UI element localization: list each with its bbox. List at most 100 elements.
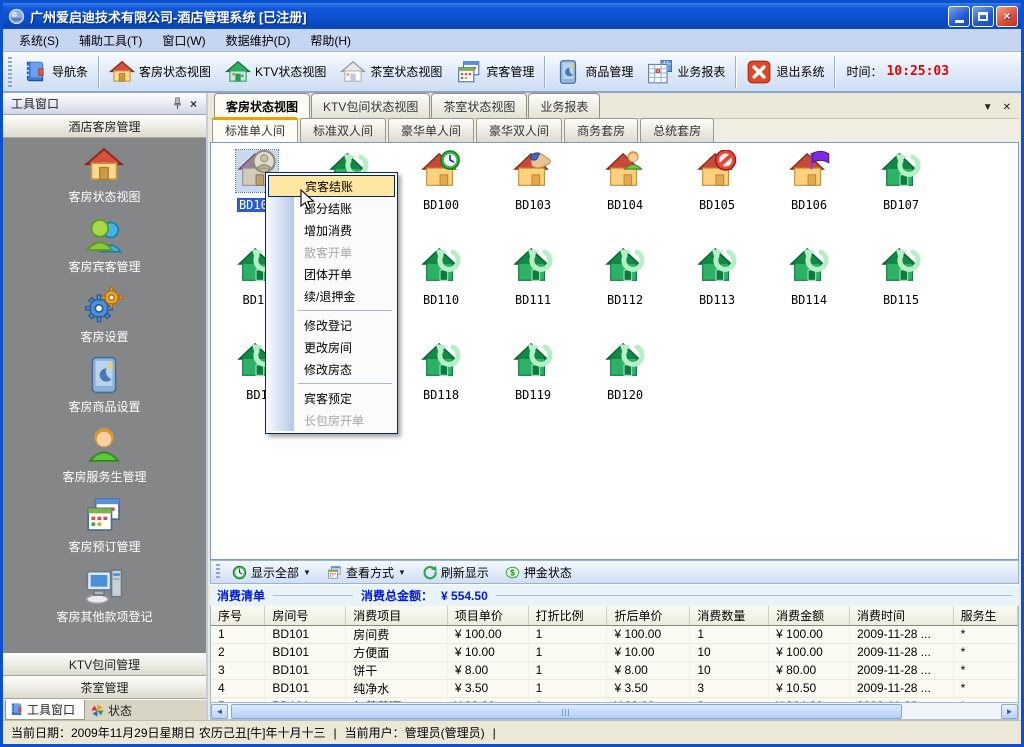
menubar-item-system[interactable]: 系统(S) [9, 28, 69, 53]
house-vacant-icon [696, 245, 738, 287]
toolbar-button-biz-report[interactable]: 业务报表 [640, 56, 732, 88]
room-BD115[interactable]: BD115 [855, 238, 947, 333]
sidebar-item-room-other-fees[interactable]: 客房其他款项登记 [56, 565, 152, 625]
view-toolbar-refresh-display[interactable]: 刷新显示 [415, 562, 496, 583]
room-BD100[interactable]: BD100 [395, 143, 487, 238]
room-type-tab-president-suite[interactable]: 总统套房 [640, 118, 714, 142]
sidebar-item-room-goods-settings[interactable]: 客房商品设置 [68, 355, 140, 415]
room-BD114[interactable]: BD114 [763, 238, 855, 333]
column-header[interactable]: 折后单价 [607, 606, 690, 625]
menubar-item-data-maint[interactable]: 数据维护(D) [216, 28, 301, 53]
view-toolbar: 显示全部▼查看方式▼刷新显示$押金状态 [210, 560, 1019, 584]
view-toolbar-label: 押金状态 [524, 564, 572, 581]
room-type-tab-std-single[interactable]: 标准单人间 [212, 117, 298, 142]
menu-item-modify-room-state[interactable]: 修改房态 [295, 358, 395, 380]
sidebar-item-room-settings[interactable]: 客房设置 [80, 285, 128, 345]
scroll-right-icon[interactable]: ► [1001, 704, 1018, 719]
room-type-tab-deluxe-single[interactable]: 豪华单人间 [388, 118, 474, 142]
room-BD104[interactable]: BD104 [579, 143, 671, 238]
room-BD112[interactable]: BD112 [579, 238, 671, 333]
tab-dropdown-icon[interactable]: ▼ [983, 102, 993, 113]
menu-item-add-consumption[interactable]: 增加消费 [295, 219, 395, 241]
sidebar-bottom-tab-tool-window[interactable]: 工具窗口 [5, 700, 85, 720]
menu-item-modify-registration[interactable]: 修改登记 [295, 314, 395, 336]
menu-item-partial-checkout[interactable]: 部分结账 [295, 197, 395, 219]
view-toolbar-show-all[interactable]: 显示全部▼ [225, 562, 318, 583]
sidebar-bottom-tab-status[interactable]: 状态 [87, 700, 141, 720]
menu-item-group-open-bill[interactable]: 团体开单 [295, 263, 395, 285]
sidebar-group-1[interactable]: 茶室管理 [3, 676, 206, 699]
room-BD111[interactable]: BD111 [487, 238, 579, 333]
menu-item-guest-reservation[interactable]: 宾客预定 [295, 387, 395, 409]
room-context-menu: 宾客结账部分结账增加消费散客开单团体开单续/退押金修改登记更改房间修改房态宾客预… [265, 172, 398, 434]
view-toolbar-view-mode[interactable]: 查看方式▼ [320, 562, 413, 583]
menubar-item-window[interactable]: 窗口(W) [152, 28, 215, 53]
room-BD113[interactable]: BD113 [671, 238, 763, 333]
toolbar-button-tea-status-view[interactable]: 茶室状态视图 [333, 56, 449, 88]
tab-close-icon[interactable]: ✕ [1003, 102, 1011, 113]
tab-biz-report[interactable]: 业务报表 [528, 93, 600, 118]
maximize-button[interactable] [972, 6, 994, 27]
room-BD119[interactable]: BD119 [487, 333, 579, 428]
pin-icon[interactable] [170, 96, 185, 111]
toolbar-button-nav-bar[interactable]: 导航条 [15, 56, 95, 88]
table-row[interactable]: 1BD101房间费¥ 100.001¥ 100.001¥ 100.002009-… [211, 625, 1018, 643]
menu-item-change-room[interactable]: 更改房间 [295, 336, 395, 358]
column-header[interactable]: 序号 [211, 606, 265, 625]
room-BD105[interactable]: BD105 [671, 143, 763, 238]
column-header[interactable]: 消费数量 [690, 606, 769, 625]
column-header[interactable]: 房间号 [265, 606, 346, 625]
sidebar-item-room-guest-mgmt[interactable]: 客房宾客管理 [68, 215, 140, 275]
menubar-item-tools[interactable]: 辅助工具(T) [69, 28, 152, 53]
toolbar-button-exit-system[interactable]: 退出系统 [739, 56, 831, 88]
sidebar-item-room-waiter-mgmt[interactable]: 客房服务生管理 [62, 425, 146, 485]
time-label: 时间： [846, 63, 882, 80]
table-cell: 2009-11-28 ... [849, 661, 953, 679]
table-row[interactable]: 4BD101纯净水¥ 3.501¥ 3.503¥ 10.502009-11-28… [211, 679, 1018, 697]
tab-ktv-room-status-view[interactable]: KTV包间状态视图 [311, 93, 430, 118]
column-header[interactable]: 消费金额 [769, 606, 850, 625]
horizontal-scrollbar[interactable]: ◄ ► [210, 703, 1019, 720]
table-row[interactable]: 2BD101方便面¥ 10.001¥ 10.0010¥ 100.002009-1… [211, 643, 1018, 661]
sidebar-group-0[interactable]: KTV包间管理 [3, 653, 206, 676]
column-header[interactable]: 项目单价 [447, 606, 528, 625]
scrollbar-thumb[interactable] [231, 704, 902, 719]
toolbar-button-label: 导航条 [52, 63, 88, 80]
menu-item-renew-refund-deposit[interactable]: 续/退押金 [295, 285, 395, 307]
toolbar-button-room-status-view[interactable]: 客房状态视图 [102, 56, 218, 88]
sidebar-group-room-mgmt[interactable]: 酒店客房管理 [3, 115, 206, 138]
column-header[interactable]: 服务生 [953, 606, 1017, 625]
scrollbar-track[interactable] [229, 704, 1000, 719]
table-row[interactable]: 3BD101饼干¥ 8.001¥ 8.0010¥ 80.002009-11-28… [211, 661, 1018, 679]
sidebar-item-label: 客房设置 [80, 328, 128, 345]
book-icon [22, 59, 48, 85]
table-cell: 2009-11-28 ... [849, 643, 953, 661]
toolbar-button-ktv-status-view[interactable]: KTV状态视图 [218, 56, 333, 88]
column-header[interactable]: 打折比例 [528, 606, 607, 625]
room-type-tab-std-double[interactable]: 标准双人间 [300, 118, 386, 142]
room-BD120[interactable]: BD120 [579, 333, 671, 428]
tab-tea-status-view[interactable]: 茶室状态视图 [431, 93, 527, 118]
column-header[interactable]: 消费时间 [849, 606, 953, 625]
view-toolbar-deposit-status[interactable]: $押金状态 [498, 562, 579, 583]
toolbar-button-guest-mgmt[interactable]: 宾客管理 [449, 56, 541, 88]
room-type-tab-business-suite[interactable]: 商务套房 [564, 118, 638, 142]
room-BD110[interactable]: BD110 [395, 238, 487, 333]
tab-room-status-view[interactable]: 客房状态视图 [214, 93, 310, 118]
sidebar-close-icon[interactable]: × [185, 96, 202, 112]
toolbar-button-goods-mgmt[interactable]: 商品管理 [548, 56, 640, 88]
scroll-left-icon[interactable]: ◄ [211, 704, 228, 719]
room-BD107[interactable]: BD107 [855, 143, 947, 238]
menubar-item-help[interactable]: 帮助(H) [300, 28, 361, 53]
close-button[interactable]: × [996, 6, 1018, 27]
menu-item-guest-checkout[interactable]: 宾客结账 [268, 175, 395, 197]
room-type-tab-deluxe-double[interactable]: 豪华双人间 [476, 118, 562, 142]
sidebar-item-room-status-view[interactable]: 客房状态视图 [68, 145, 140, 205]
column-header[interactable]: 消费项目 [346, 606, 448, 625]
room-BD103[interactable]: BD103 [487, 143, 579, 238]
room-BD118[interactable]: BD118 [395, 333, 487, 428]
minimize-button[interactable] [948, 6, 970, 27]
sidebar-item-room-booking-mgmt[interactable]: 客房预订管理 [68, 495, 140, 555]
consume-title: 消费清单 [217, 587, 265, 604]
room-BD106[interactable]: BD106 [763, 143, 855, 238]
